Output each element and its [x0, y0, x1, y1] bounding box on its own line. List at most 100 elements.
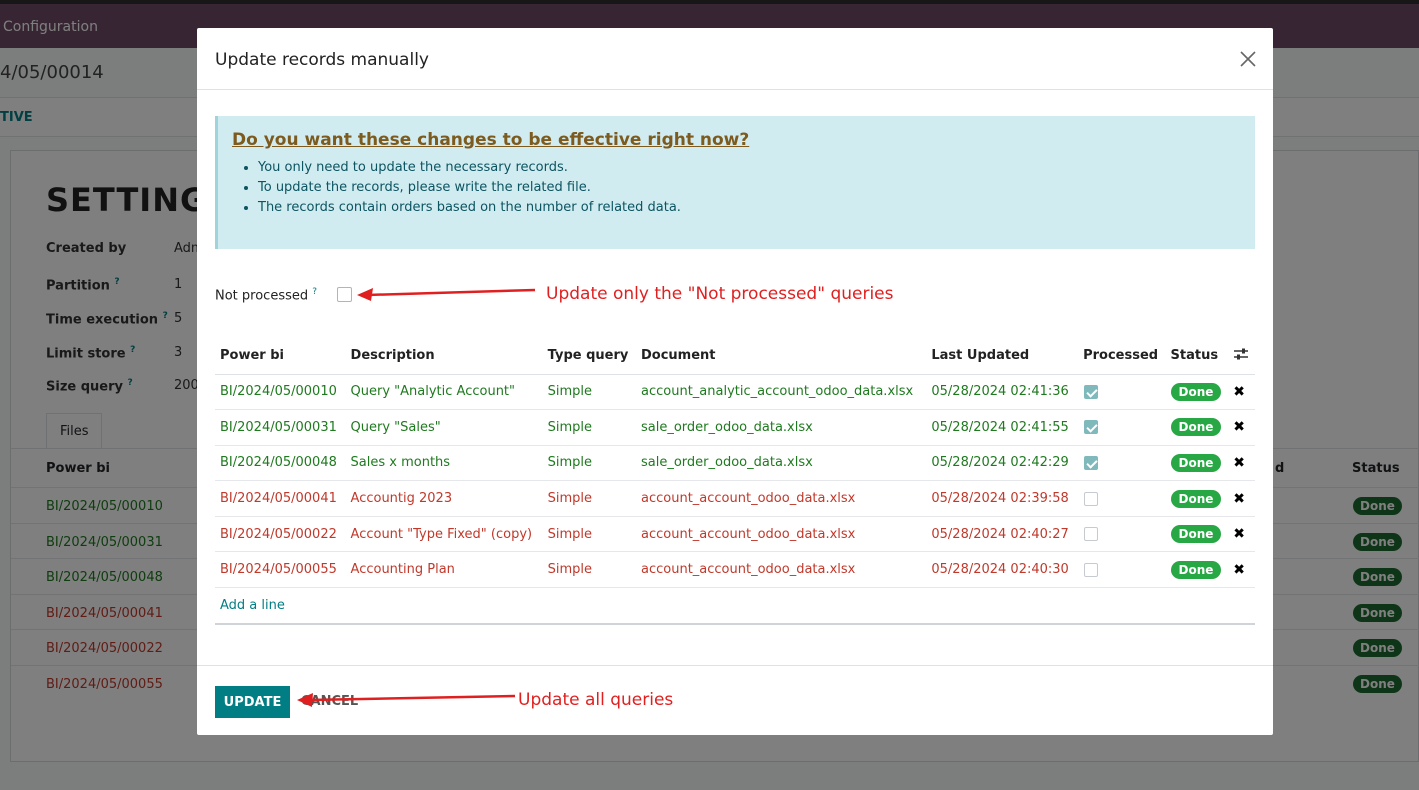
cell-delete: ✖ [1228, 516, 1255, 553]
status-badge: Done [1170, 382, 1222, 401]
cell-status: Done [1165, 551, 1229, 589]
cell-status: Done [1165, 516, 1229, 553]
cell-last-updated: 05/28/2024 02:42:29 [926, 445, 1079, 482]
cell-last-updated: 05/28/2024 02:41:55 [926, 409, 1079, 446]
alert-heading: Do you want these changes to be effectiv… [232, 130, 750, 150]
dialog-footer: UPDATE CANCEL Update all queries [197, 665, 1273, 735]
cell-document: account_account_odoo_data.xlsx [636, 516, 927, 553]
cell-type-query: Simple [542, 551, 636, 589]
annotation-update-all: Update all queries [518, 690, 674, 710]
column-header-last-updated[interactable]: Last Updated [926, 338, 1079, 375]
update-button[interactable]: UPDATE [215, 686, 290, 718]
optional-columns-toggle[interactable] [1228, 338, 1255, 375]
cell-processed [1078, 445, 1166, 482]
delete-row-icon[interactable]: ✖ [1233, 526, 1245, 542]
cell-power-bi: BI/2024/05/00055 [215, 551, 346, 589]
cell-document: sale_order_odoo_data.xlsx [636, 445, 927, 482]
status-badge: Done [1170, 525, 1222, 544]
cell-processed [1078, 480, 1166, 517]
column-header-description[interactable]: Description [345, 338, 543, 375]
cell-document: account_account_odoo_data.xlsx [636, 480, 927, 517]
table-row[interactable]: BI/2024/05/00055 Accounting Plan Simple … [215, 551, 1255, 589]
delete-row-icon[interactable]: ✖ [1233, 419, 1245, 435]
cell-delete: ✖ [1228, 551, 1255, 589]
processed-checkbox[interactable] [1084, 491, 1099, 506]
alert-list: You only need to update the necessary re… [258, 160, 681, 220]
cell-processed [1078, 516, 1166, 553]
cell-description: Accountig 2023 [345, 480, 543, 517]
cell-delete: ✖ [1228, 480, 1255, 517]
table-header-row: Power bi Description Type query Document… [215, 338, 1255, 375]
cell-description: Query "Analytic Account" [345, 374, 543, 411]
column-header-power-bi[interactable]: Power bi [215, 338, 346, 375]
cell-type-query: Simple [542, 445, 636, 482]
cell-type-query: Simple [542, 480, 636, 517]
delete-row-icon[interactable]: ✖ [1233, 384, 1245, 400]
cell-status: Done [1165, 445, 1229, 482]
annotation-not-processed: Update only the "Not processed" queries [546, 284, 894, 304]
annotation-arrow-icon [357, 288, 536, 301]
delete-row-icon[interactable]: ✖ [1233, 491, 1245, 507]
cell-type-query: Simple [542, 374, 636, 411]
cell-type-query: Simple [542, 516, 636, 553]
table-row[interactable]: BI/2024/05/00022 Account "Type Fixed" (c… [215, 516, 1255, 553]
cell-status: Done [1165, 480, 1229, 517]
alert-item: To update the records, please write the … [258, 180, 681, 195]
not-processed-checkbox[interactable] [337, 287, 352, 302]
status-badge: Done [1170, 489, 1222, 508]
cell-power-bi: BI/2024/05/00031 [215, 409, 346, 446]
cell-status: Done [1165, 374, 1229, 411]
cell-processed [1078, 374, 1166, 411]
cell-processed [1078, 551, 1166, 589]
delete-row-icon[interactable]: ✖ [1233, 455, 1245, 471]
cell-power-bi: BI/2024/05/00022 [215, 516, 346, 553]
table-row[interactable]: BI/2024/05/00048 Sales x months Simple s… [215, 445, 1255, 482]
add-line-link[interactable]: Add a line [220, 598, 285, 613]
status-badge: Done [1170, 560, 1222, 579]
cell-description: Query "Sales" [345, 409, 543, 446]
cell-last-updated: 05/28/2024 02:39:58 [926, 480, 1079, 517]
processed-checkbox[interactable] [1084, 455, 1099, 470]
column-header-status[interactable]: Status [1165, 338, 1229, 375]
alert-item: You only need to update the necessary re… [258, 160, 681, 175]
info-alert: Do you want these changes to be effectiv… [215, 116, 1255, 249]
cell-document: account_account_odoo_data.xlsx [636, 551, 927, 589]
cell-last-updated: 05/28/2024 02:41:36 [926, 374, 1079, 411]
cell-delete: ✖ [1228, 374, 1255, 411]
cell-description: Accounting Plan [345, 551, 543, 589]
processed-checkbox[interactable] [1084, 562, 1099, 577]
processed-checkbox[interactable] [1084, 420, 1099, 435]
cell-document: account_analytic_account_odoo_data.xlsx [636, 374, 927, 411]
status-badge: Done [1170, 418, 1222, 437]
sliders-icon [1234, 348, 1249, 360]
add-line-row: Add a line [215, 587, 1255, 625]
cell-document: sale_order_odoo_data.xlsx [636, 409, 927, 446]
cell-status: Done [1165, 409, 1229, 446]
cell-power-bi: BI/2024/05/00048 [215, 445, 346, 482]
cell-processed [1078, 409, 1166, 446]
cell-last-updated: 05/28/2024 02:40:27 [926, 516, 1079, 553]
column-header-type-query[interactable]: Type query [542, 338, 636, 375]
help-icon[interactable]: ? [312, 287, 317, 297]
cell-power-bi: BI/2024/05/00010 [215, 374, 346, 411]
status-badge: Done [1170, 453, 1222, 472]
table-row[interactable]: BI/2024/05/00031 Query "Sales" Simple sa… [215, 409, 1255, 446]
dialog-title: Update records manually [215, 50, 429, 70]
annotation-arrow-icon [297, 693, 516, 707]
cell-description: Sales x months [345, 445, 543, 482]
cell-delete: ✖ [1228, 409, 1255, 446]
queries-table: Power bi Description Type query Document… [215, 338, 1255, 625]
not-processed-label: Not processed ? [215, 287, 318, 304]
table-row[interactable]: BI/2024/05/00010 Query "Analytic Account… [215, 374, 1255, 411]
dialog-header: Update records manually [197, 28, 1273, 90]
column-header-document[interactable]: Document [636, 338, 927, 375]
delete-row-icon[interactable]: ✖ [1233, 562, 1245, 578]
alert-item: The records contain orders based on the … [258, 200, 681, 215]
table-row[interactable]: BI/2024/05/00041 Accountig 2023 Simple a… [215, 480, 1255, 517]
processed-checkbox[interactable] [1084, 384, 1099, 399]
processed-checkbox[interactable] [1084, 527, 1099, 542]
cell-power-bi: BI/2024/05/00041 [215, 480, 346, 517]
close-icon[interactable] [1237, 48, 1259, 70]
column-header-processed[interactable]: Processed [1078, 338, 1166, 375]
cell-last-updated: 05/28/2024 02:40:30 [926, 551, 1079, 589]
